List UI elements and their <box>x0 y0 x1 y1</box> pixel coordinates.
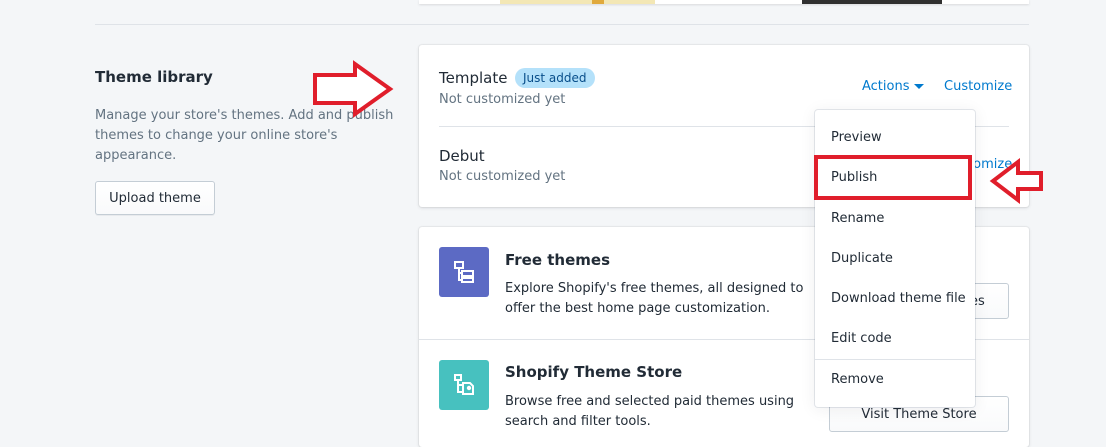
menu-item-rename[interactable]: Rename <box>815 199 975 239</box>
actions-dropdown-button[interactable]: Actions <box>862 79 924 94</box>
theme-preview-image-detail <box>592 0 604 4</box>
free-themes-tile <box>439 247 489 297</box>
just-added-badge: Just added <box>515 68 595 88</box>
theme-store-title: Shopify Theme Store <box>505 363 683 381</box>
free-themes-description: Explore Shopify's free themes, all desig… <box>505 281 804 316</box>
free-themes-title: Free themes <box>505 251 611 269</box>
menu-item-duplicate[interactable]: Duplicate <box>815 239 975 279</box>
theme-status-debut: Not customized yet <box>439 169 566 184</box>
theme-name-template: Template <box>439 69 508 87</box>
publish-highlight-box <box>814 155 972 200</box>
theme-status-template: Not customized yet <box>439 92 566 107</box>
theme-preview-image-mobile <box>802 0 942 4</box>
theme-store-tile <box>439 360 489 410</box>
right-arrow-icon <box>313 60 394 118</box>
actions-label: Actions <box>862 79 910 94</box>
theme-library-title: Theme library <box>95 68 213 86</box>
section-divider <box>95 24 1029 25</box>
menu-item-remove[interactable]: Remove <box>815 360 975 400</box>
store-icon <box>454 374 474 395</box>
upload-theme-button[interactable]: Upload theme <box>95 181 215 215</box>
left-arrow-icon <box>989 158 1043 204</box>
theme-store-description: Browse free and selected paid themes usi… <box>505 394 795 429</box>
layout-icon <box>454 261 474 283</box>
caret-down-icon <box>913 84 924 89</box>
theme-name-debut: Debut <box>439 147 485 165</box>
menu-item-edit-code[interactable]: Edit code <box>815 319 975 359</box>
theme-preview-image <box>500 0 655 4</box>
menu-item-preview[interactable]: Preview <box>815 118 975 158</box>
customize-template-link[interactable]: Customize <box>944 79 1012 94</box>
menu-item-download-theme-file[interactable]: Download theme file <box>815 279 975 319</box>
